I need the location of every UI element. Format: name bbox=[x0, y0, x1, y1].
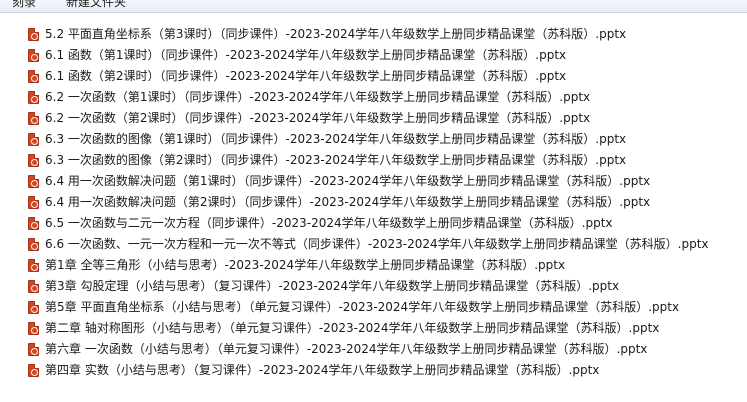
pptx-file-icon bbox=[28, 112, 39, 125]
file-row[interactable]: 第5章 平面直角坐标系（小结与思考）（单元复习课件）-2023-2024学年八年… bbox=[0, 297, 747, 318]
file-name: 第四章 实数（小结与思考）（复习课件）-2023-2024学年八年级数学上册同步… bbox=[45, 363, 600, 377]
file-row[interactable]: 6.1 函数（第2课时）（同步课件）-2023-2024学年八年级数学上册同步精… bbox=[0, 66, 747, 87]
file-row[interactable]: 6.4 用一次函数解决问题（第2课时）（同步课件）-2023-2024学年八年级… bbox=[0, 192, 747, 213]
new-folder-button[interactable]: 新建文件夹 bbox=[66, 0, 126, 10]
file-name: 6.6 一次函数、一元一次方程和一元一次不等式（同步课件）-2023-2024学… bbox=[45, 237, 709, 251]
file-row[interactable]: 第3章 勾股定理（小结与思考）（复习课件）-2023-2024学年八年级数学上册… bbox=[0, 276, 747, 297]
file-name: 6.4 用一次函数解决问题（第2课时）（同步课件）-2023-2024学年八年级… bbox=[45, 195, 651, 209]
pptx-file-icon bbox=[28, 217, 39, 230]
pptx-file-icon bbox=[28, 343, 39, 356]
pptx-file-icon bbox=[28, 280, 39, 293]
file-row[interactable]: 第六章 一次函数（小结与思考）（单元复习课件）-2023-2024学年八年级数学… bbox=[0, 339, 747, 360]
file-row[interactable]: 6.3 一次函数的图像（第1课时）（同步课件）-2023-2024学年八年级数学… bbox=[0, 129, 747, 150]
file-row[interactable]: 6.1 函数（第1课时）（同步课件）-2023-2024学年八年级数学上册同步精… bbox=[0, 45, 747, 66]
pptx-file-icon bbox=[28, 28, 39, 41]
file-row[interactable]: 5.2 平面直角坐标系（第3课时）（同步课件）-2023-2024学年八年级数学… bbox=[0, 24, 747, 45]
pptx-file-icon bbox=[28, 70, 39, 83]
pptx-file-icon bbox=[28, 49, 39, 62]
file-name: 6.4 用一次函数解决问题（第1课时）（同步课件）-2023-2024学年八年级… bbox=[45, 174, 651, 188]
file-list: 5.2 平面直角坐标系（第3课时）（同步课件）-2023-2024学年八年级数学… bbox=[0, 24, 747, 381]
file-row[interactable]: 第1章 全等三角形（小结与思考）-2023-2024学年八年级数学上册同步精品课… bbox=[0, 255, 747, 276]
file-name: 6.2 一次函数（第2课时）（同步课件）-2023-2024学年八年级数学上册同… bbox=[45, 111, 591, 125]
file-row[interactable]: 6.4 用一次函数解决问题（第1课时）（同步课件）-2023-2024学年八年级… bbox=[0, 171, 747, 192]
pptx-file-icon bbox=[28, 175, 39, 188]
file-row[interactable]: 第二章 轴对称图形（小结与思考）（单元复习课件）-2023-2024学年八年级数… bbox=[0, 318, 747, 339]
file-name: 6.1 函数（第1课时）（同步课件）-2023-2024学年八年级数学上册同步精… bbox=[45, 48, 567, 62]
file-name: 第六章 一次函数（小结与思考）（单元复习课件）-2023-2024学年八年级数学… bbox=[45, 342, 648, 356]
pptx-file-icon bbox=[28, 238, 39, 251]
file-name: 第二章 轴对称图形（小结与思考）（单元复习课件）-2023-2024学年八年级数… bbox=[45, 321, 660, 335]
file-row[interactable]: 6.6 一次函数、一元一次方程和一元一次不等式（同步课件）-2023-2024学… bbox=[0, 234, 747, 255]
file-row[interactable]: 6.5 一次函数与二元一次方程（同步课件）-2023-2024学年八年级数学上册… bbox=[0, 213, 747, 234]
pptx-file-icon bbox=[28, 154, 39, 167]
file-row[interactable]: 6.2 一次函数（第1课时）（同步课件）-2023-2024学年八年级数学上册同… bbox=[0, 87, 747, 108]
file-row[interactable]: 第四章 实数（小结与思考）（复习课件）-2023-2024学年八年级数学上册同步… bbox=[0, 360, 747, 381]
file-name: 第5章 平面直角坐标系（小结与思考）（单元复习课件）-2023-2024学年八年… bbox=[45, 300, 680, 314]
file-row[interactable]: 6.2 一次函数（第2课时）（同步课件）-2023-2024学年八年级数学上册同… bbox=[0, 108, 747, 129]
file-name: 6.2 一次函数（第1课时）（同步课件）-2023-2024学年八年级数学上册同… bbox=[45, 90, 591, 104]
pptx-file-icon bbox=[28, 322, 39, 335]
burn-button[interactable]: 刻录 bbox=[12, 0, 36, 10]
file-name: 6.1 函数（第2课时）（同步课件）-2023-2024学年八年级数学上册同步精… bbox=[45, 69, 567, 83]
pptx-file-icon bbox=[28, 196, 39, 209]
file-name: 第3章 勾股定理（小结与思考）（复习课件）-2023-2024学年八年级数学上册… bbox=[45, 279, 620, 293]
explorer-toolbar: 刻录 新建文件夹 bbox=[0, 0, 747, 13]
file-row[interactable]: 6.3 一次函数的图像（第2课时）（同步课件）-2023-2024学年八年级数学… bbox=[0, 150, 747, 171]
pptx-file-icon bbox=[28, 301, 39, 314]
file-name: 6.5 一次函数与二元一次方程（同步课件）-2023-2024学年八年级数学上册… bbox=[45, 216, 613, 230]
file-name: 5.2 平面直角坐标系（第3课时）（同步课件）-2023-2024学年八年级数学… bbox=[45, 27, 627, 41]
pptx-file-icon bbox=[28, 259, 39, 272]
pptx-file-icon bbox=[28, 91, 39, 104]
file-name: 6.3 一次函数的图像（第1课时）（同步课件）-2023-2024学年八年级数学… bbox=[45, 132, 627, 146]
pptx-file-icon bbox=[28, 364, 39, 377]
pptx-file-icon bbox=[28, 133, 39, 146]
file-name: 6.3 一次函数的图像（第2课时）（同步课件）-2023-2024学年八年级数学… bbox=[45, 153, 627, 167]
file-name: 第1章 全等三角形（小结与思考）-2023-2024学年八年级数学上册同步精品课… bbox=[45, 258, 566, 272]
